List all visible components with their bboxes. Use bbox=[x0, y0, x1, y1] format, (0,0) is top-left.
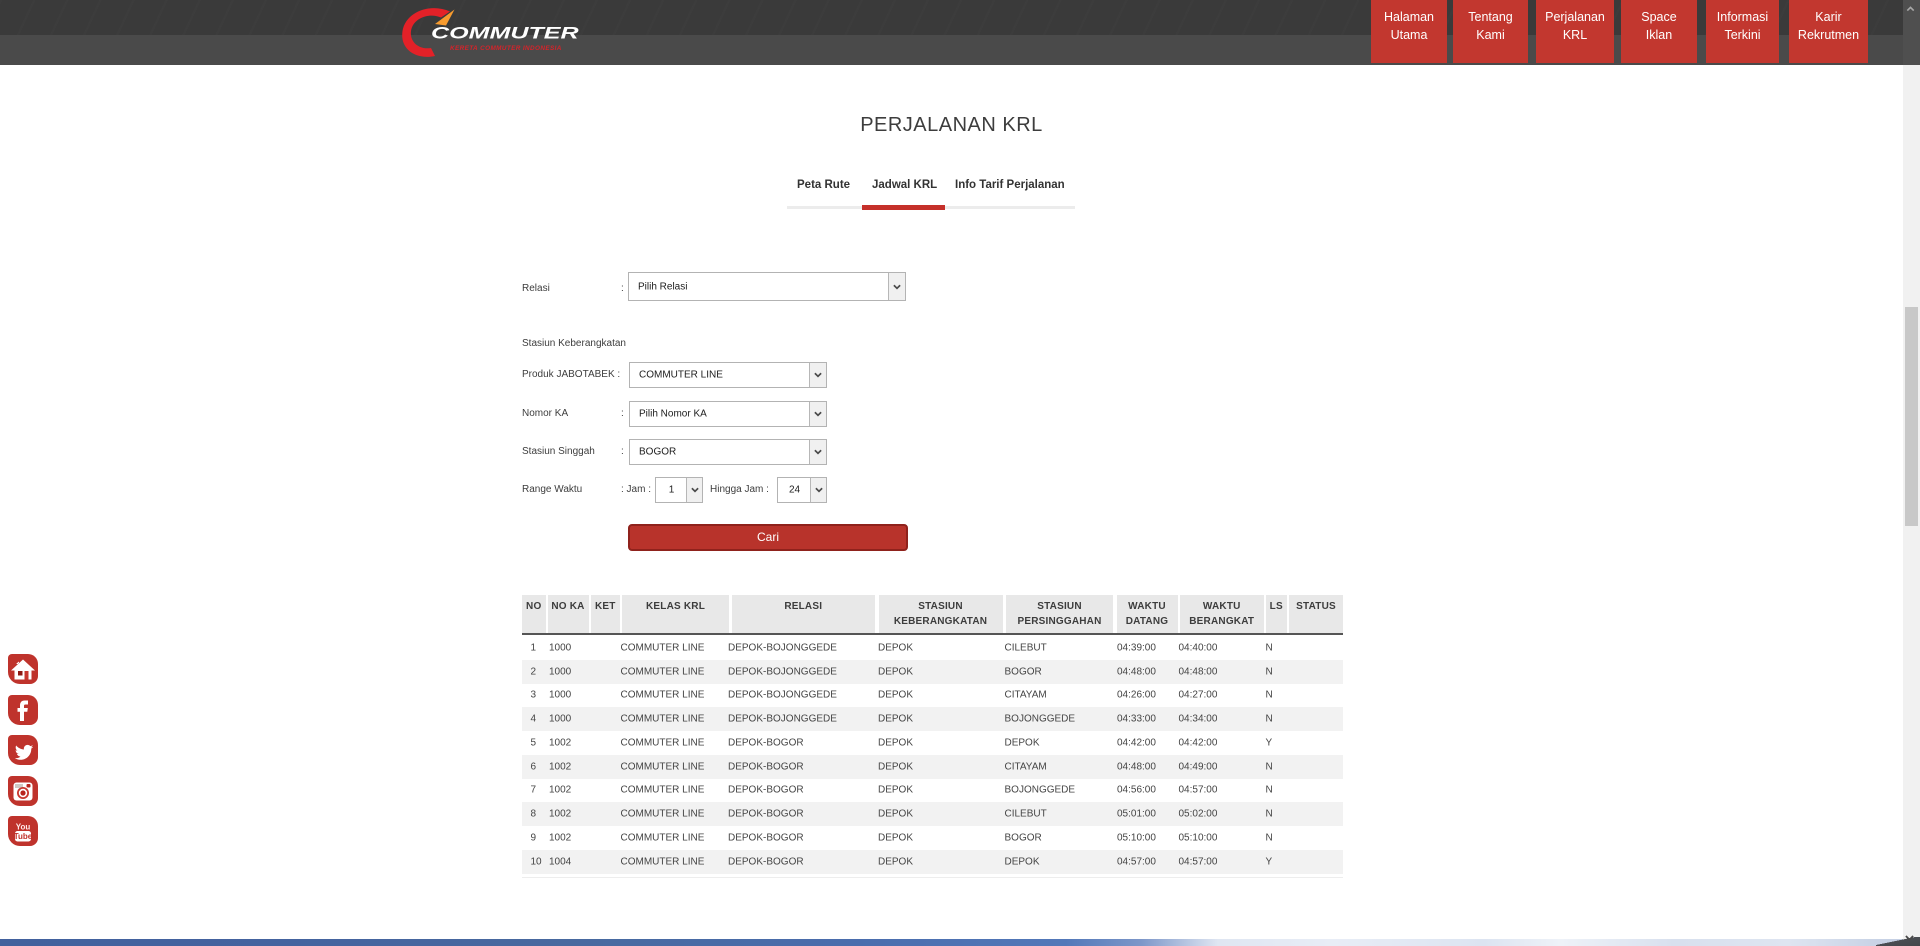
svg-text:KERETA COMMUTER INDONESIA: KERETA COMMUTER INDONESIA bbox=[450, 45, 562, 52]
svg-text:COMMUTER: COMMUTER bbox=[431, 25, 579, 43]
svg-text:Tube: Tube bbox=[14, 832, 33, 841]
svg-text:You: You bbox=[16, 822, 31, 831]
